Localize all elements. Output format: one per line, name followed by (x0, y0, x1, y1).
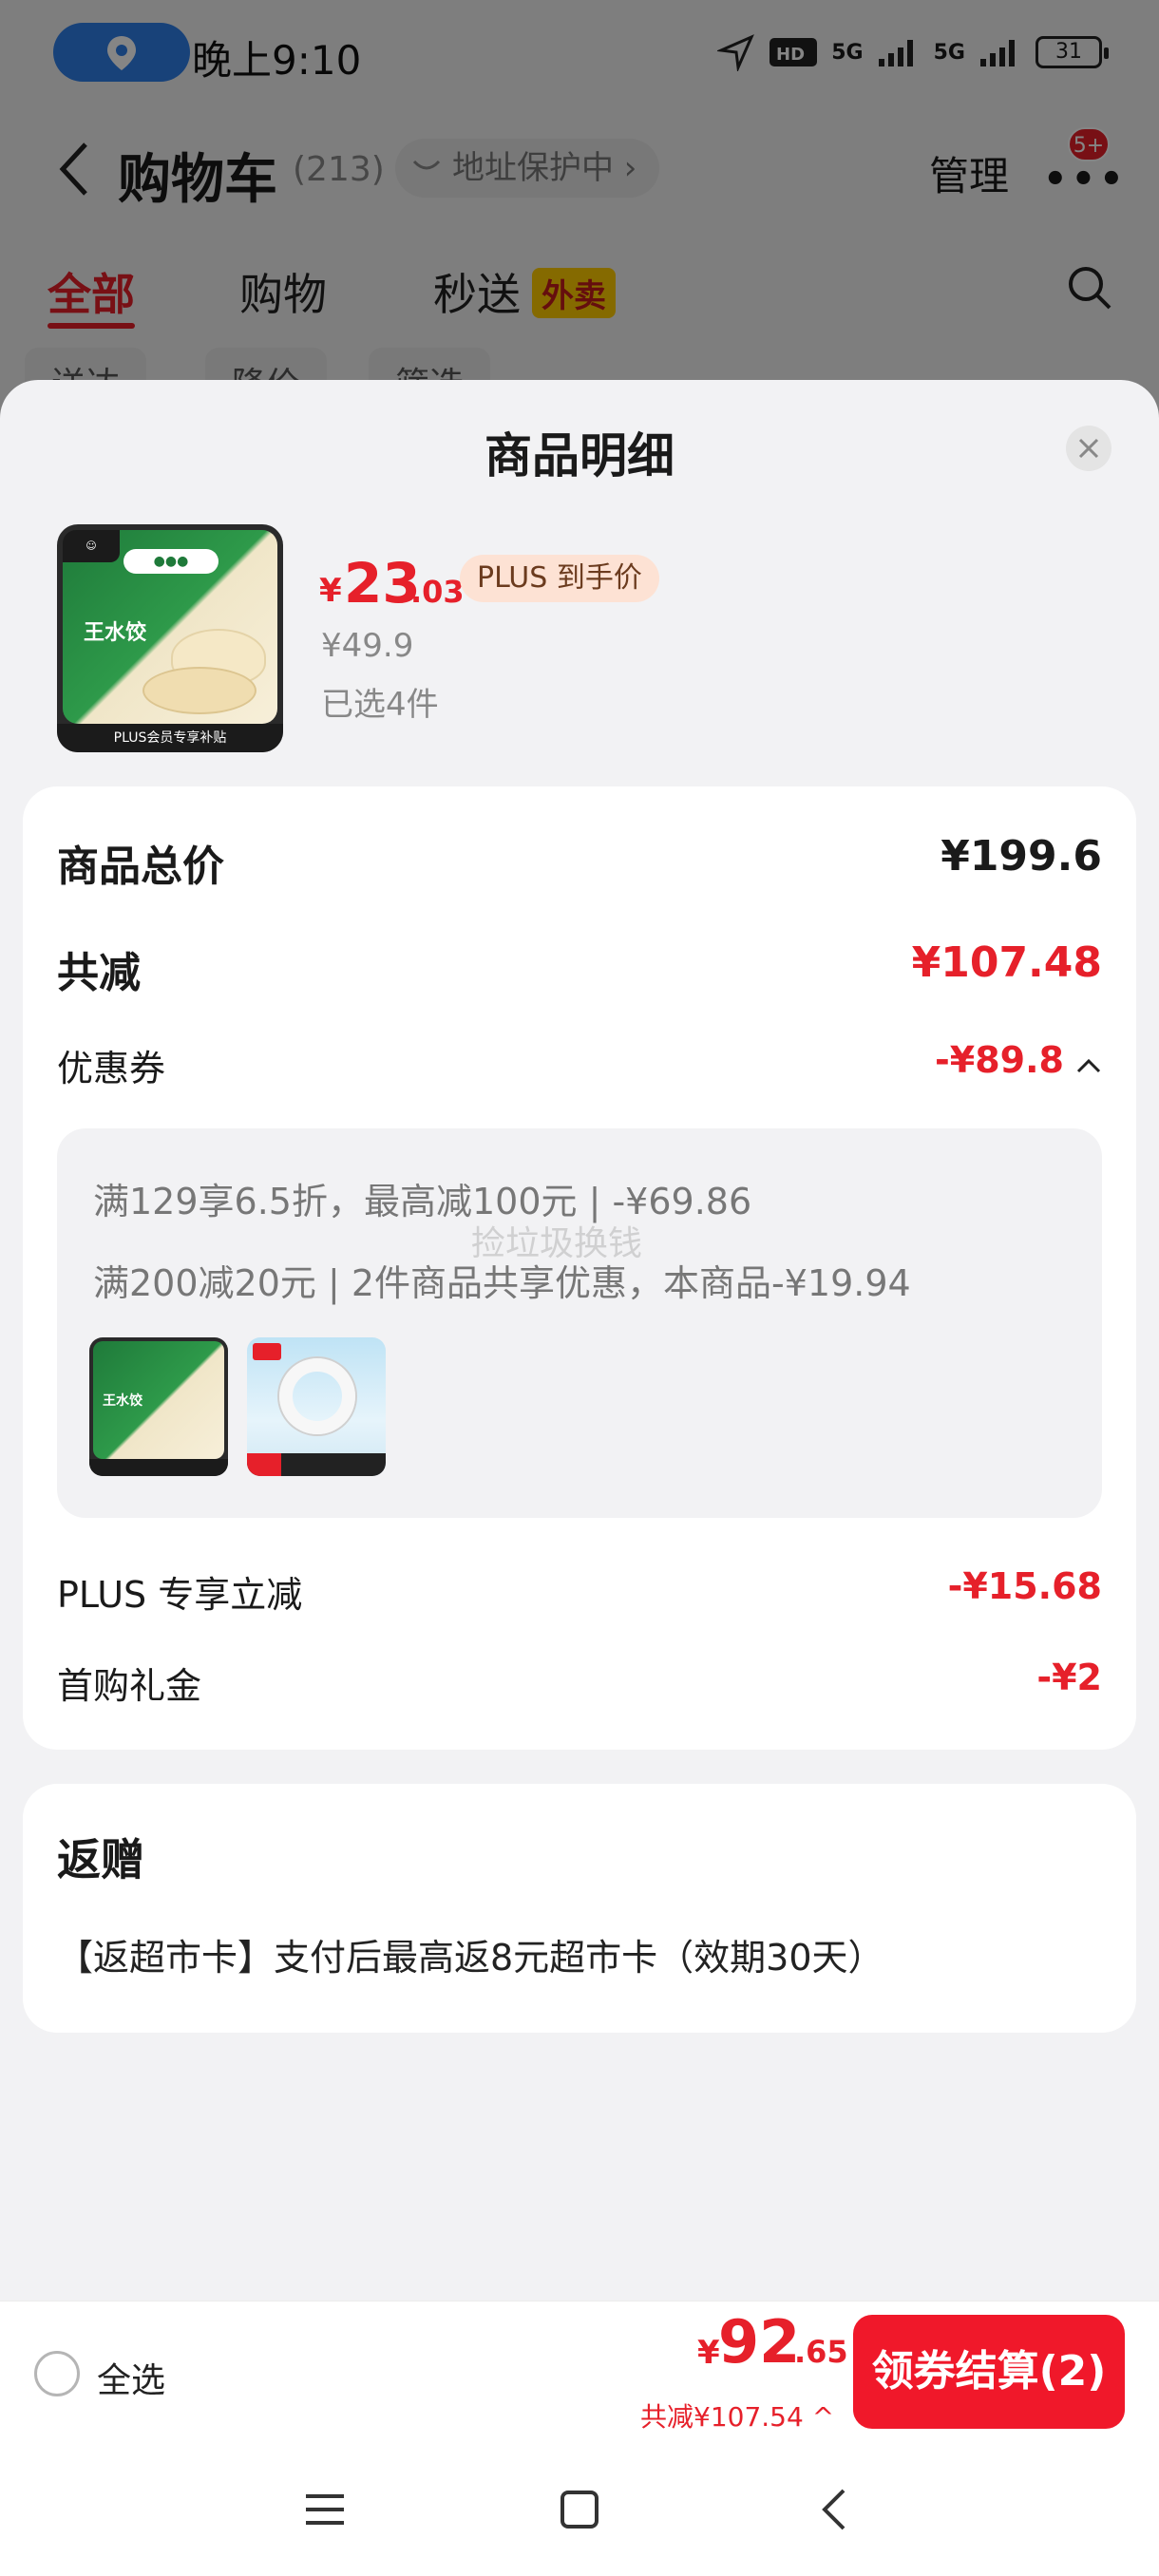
total-price-value: ¥199.6 (940, 832, 1102, 881)
total-currency: ¥ (697, 2334, 720, 2372)
plus-discount-label: PLUS 专享立减 (57, 1574, 303, 1616)
product-image-tag: ☺ (63, 530, 120, 562)
total-price-label: 商品总价 (57, 843, 224, 891)
chevron-up-icon[interactable] (1075, 1056, 1102, 1075)
system-navigation-bar (0, 2443, 1159, 2576)
coupon-item-name: 王水饺 (103, 1393, 142, 1409)
price-currency: ¥ (319, 572, 342, 610)
gift-text: 【返超市卡】支付后最高返8元超市卡（效期30天） (57, 1937, 884, 1979)
coupon-row[interactable]: 优惠券 -¥89.8 (57, 1039, 1102, 1096)
sheet-title: 商品明细 (484, 428, 674, 483)
product-image[interactable]: ☺ ●●● 王水饺 PLUS会员专享补贴 (57, 524, 283, 752)
select-all-label[interactable]: 全选 (97, 2353, 165, 2402)
plus-discount-value: -¥15.68 (947, 1565, 1102, 1607)
product-image-footer: PLUS会员专享补贴 (57, 724, 283, 752)
product-detail-sheet: 商品明细 ☺ ●●● 王水饺 PLUS会员专享补贴 ¥ 23 .03 PLUS … (0, 380, 1159, 2576)
menu-icon[interactable] (302, 2487, 348, 2532)
original-price: ¥49.9 (321, 627, 414, 665)
tape-roll-art (279, 1358, 355, 1434)
product-image-name: 王水饺 (84, 621, 147, 645)
select-all-radio[interactable] (34, 2351, 80, 2396)
price-integer: 23 (344, 551, 421, 616)
total-integer: 92 (718, 2307, 801, 2377)
price-decimal: .03 (410, 574, 465, 610)
coupon-label: 优惠券 (57, 1048, 166, 1089)
coupon-item-footer (89, 1459, 228, 1476)
home-icon[interactable] (557, 2487, 602, 2532)
plus-price-tag: PLUS 到手价 (460, 555, 659, 602)
selected-quantity: 已选4件 (321, 686, 439, 724)
checkout-bar: 全选 ¥ 92 .65 共减¥107.54 ^ 领券结算(2) (0, 2301, 1159, 2443)
first-purchase-value: -¥2 (1036, 1657, 1102, 1698)
price-breakdown-card: 商品总价 ¥199.6 共减 ¥107.48 优惠券 -¥89.8 满129享6… (23, 786, 1136, 1750)
plus-discount-row: PLUS 专享立减 -¥15.68 (57, 1565, 1102, 1622)
coupon-item-brand-tag (253, 1343, 281, 1360)
coupon-detail-box: 满129享6.5折，最高减100元 | -¥69.86 捡垃圾换钱 满200减2… (57, 1128, 1102, 1518)
coupon-item-thumb-dumpling[interactable]: 王水饺 (89, 1337, 228, 1476)
coupon-line-1: 满129享6.5折，最高减100元 | -¥69.86 (93, 1181, 752, 1222)
total-reduction-row: 共减 ¥107.48 (57, 938, 1102, 997)
product-brand-logo: ●●● (124, 549, 218, 574)
coupon-item-thumb-tape[interactable] (247, 1337, 386, 1476)
total-reduction-value: ¥107.48 (911, 938, 1102, 987)
coupon-line-2: 满200减20元 | 2件商品共享优惠，本商品-¥19.94 (93, 1262, 911, 1304)
checkout-button[interactable]: 领券结算(2) (853, 2315, 1125, 2429)
coupon-item-strip (247, 1453, 386, 1476)
dumpling-art-2 (142, 667, 256, 714)
total-reduction-label: 共减 (57, 949, 141, 997)
first-purchase-row: 首购礼金 -¥2 (57, 1657, 1102, 1714)
close-icon (1078, 438, 1099, 459)
coupon-value: -¥89.8 (935, 1039, 1064, 1081)
total-decimal: .65 (794, 2334, 848, 2370)
close-button[interactable] (1066, 426, 1112, 471)
total-saved-toggle[interactable]: 共减¥107.54 ^ (640, 2396, 834, 2434)
first-purchase-label: 首购礼金 (57, 1665, 202, 1707)
back-icon[interactable] (813, 2487, 859, 2532)
gift-card: 返赠 【返超市卡】支付后最高返8元超市卡（效期30天） (23, 1784, 1136, 2033)
total-price-row: 商品总价 ¥199.6 (57, 832, 1102, 891)
gift-title: 返赠 (57, 1834, 144, 1885)
